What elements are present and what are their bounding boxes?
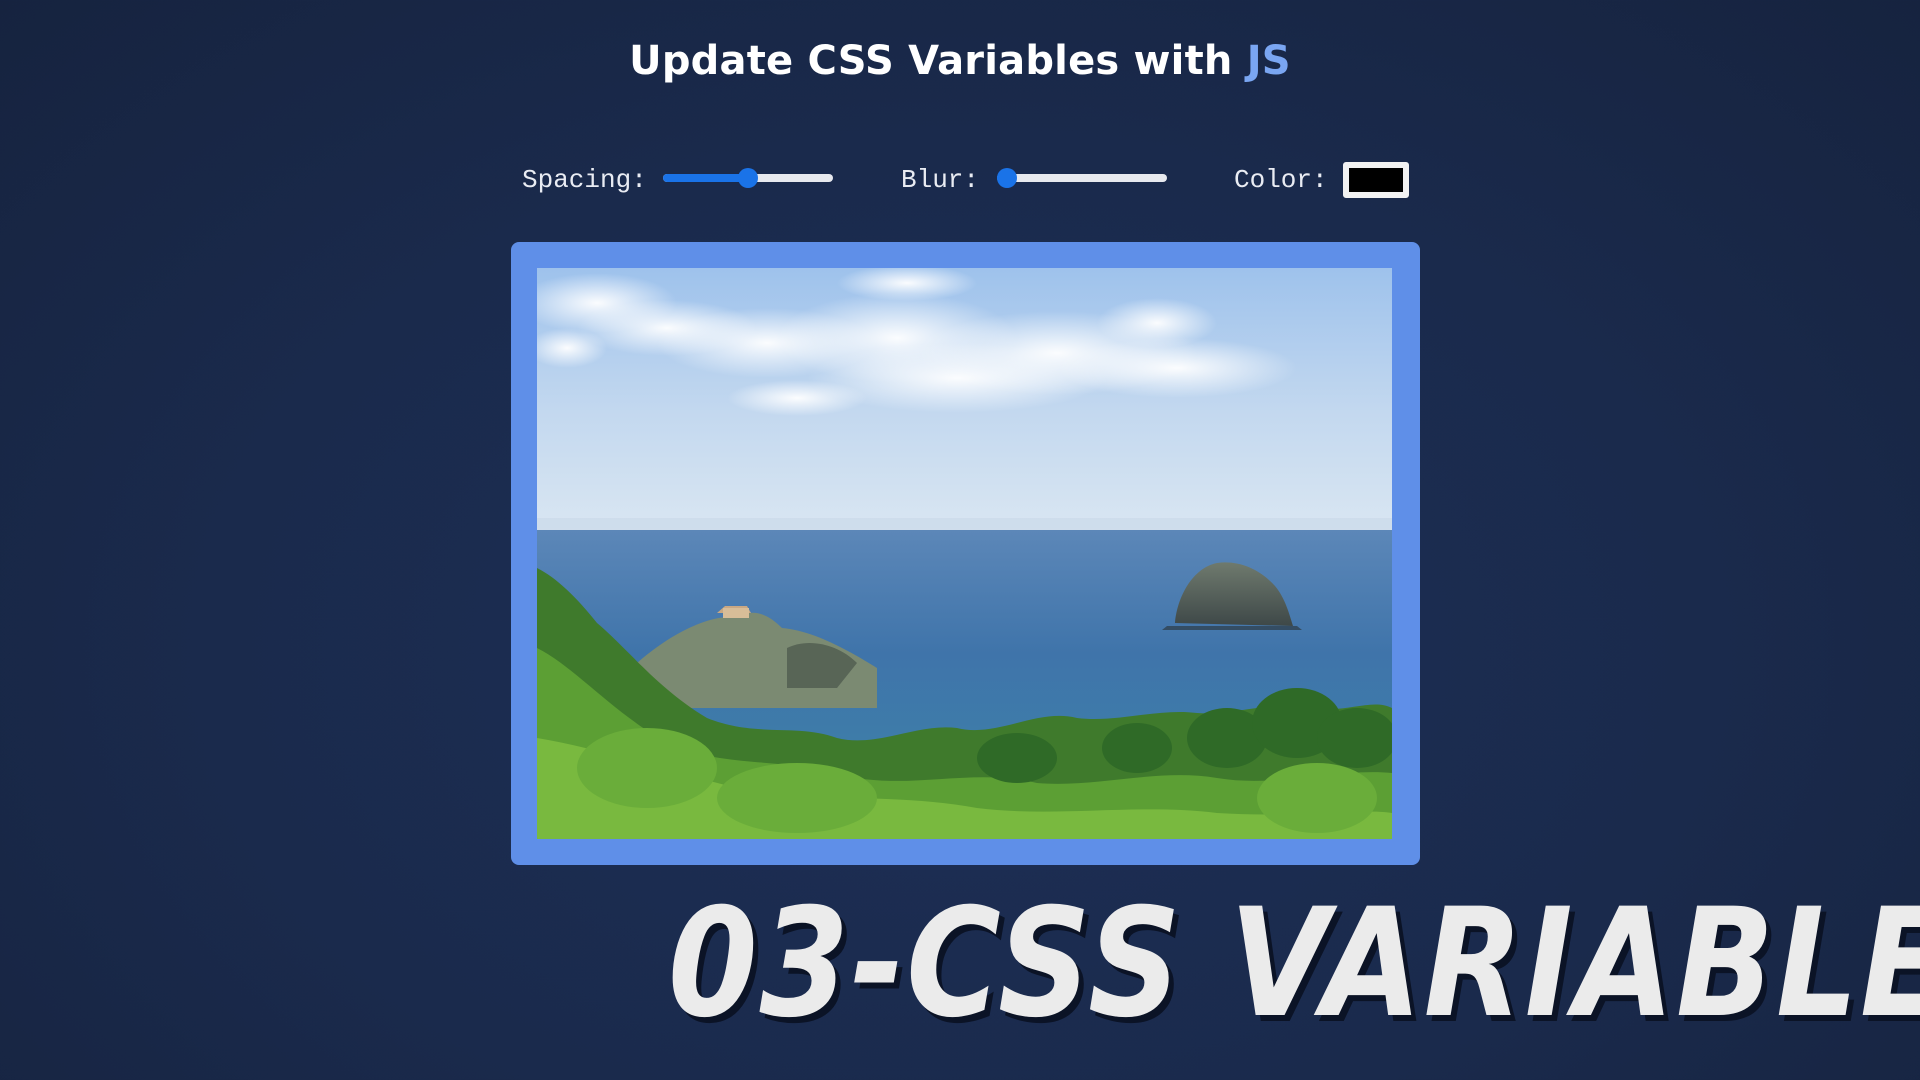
spacing-slider-thumb[interactable] (738, 168, 758, 188)
spacing-slider[interactable] (663, 168, 833, 188)
landscape-photo (537, 268, 1392, 839)
controls-bar: Spacing: Blur: Color: (0, 160, 1920, 200)
spacing-label: Spacing: (522, 165, 647, 195)
blur-label: Blur: (901, 165, 980, 195)
overlay-title: 03-CSS VARIABLE (668, 877, 1920, 1051)
color-picker[interactable] (1343, 162, 1409, 198)
page-title: Update CSS Variables with JS (0, 38, 1920, 84)
spacing-slider-fill (663, 174, 748, 182)
color-label: Color: (1234, 165, 1328, 195)
page-title-prefix: Update CSS Variables with (629, 38, 1247, 84)
blur-slider[interactable] (997, 168, 1167, 188)
image-frame (511, 242, 1420, 865)
blur-slider-thumb[interactable] (997, 168, 1017, 188)
page-title-highlight: JS (1246, 38, 1291, 84)
